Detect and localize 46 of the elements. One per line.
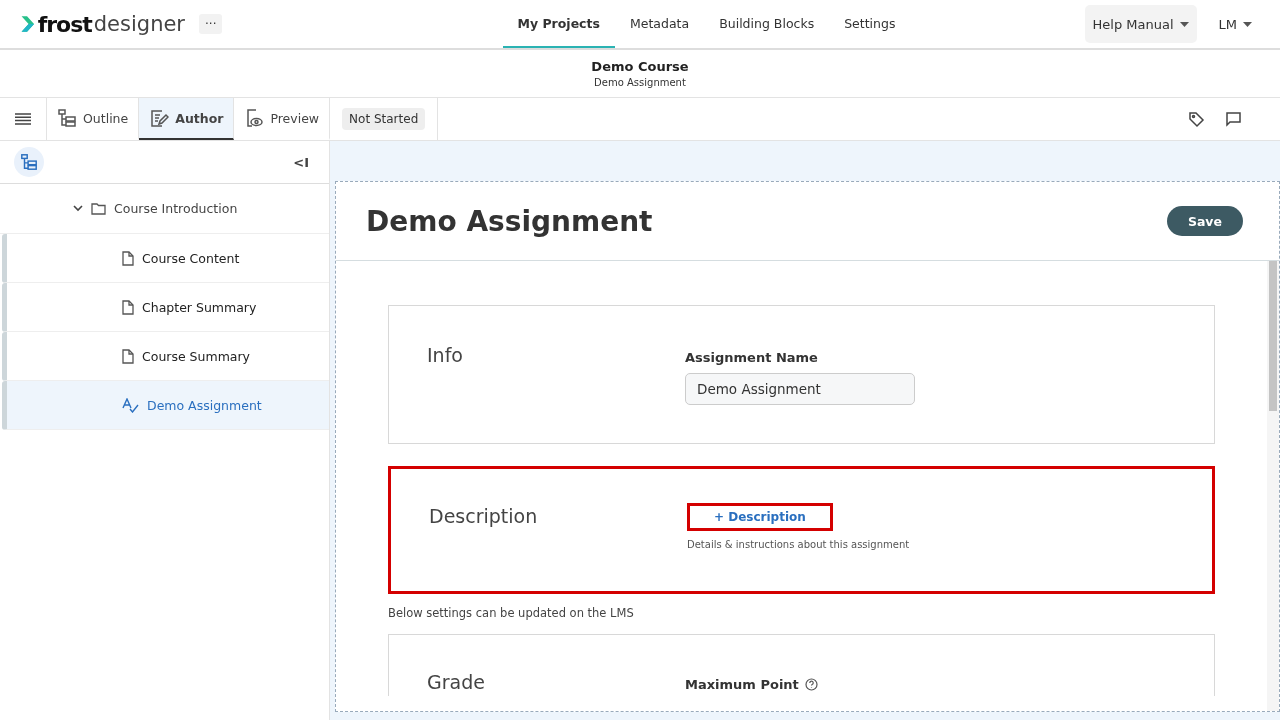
tree-item[interactable]: Demo Assignment: [2, 381, 329, 430]
outline-icon: [57, 108, 77, 128]
field-label: Assignment Name: [685, 350, 818, 365]
help-icon[interactable]: [804, 678, 818, 691]
chevron-icon: [73, 205, 83, 212]
section-title: Info: [427, 344, 464, 368]
menu-icon: [15, 113, 31, 125]
logo[interactable]: frostdesigner: [20, 11, 185, 37]
document-icon: [122, 348, 134, 364]
section-title: Description: [429, 505, 539, 529]
user-menu[interactable]: LM: [1210, 5, 1260, 43]
comment-icon[interactable]: [1225, 111, 1242, 127]
nav-tab[interactable]: Settings: [829, 0, 911, 48]
section-title: Grade: [427, 671, 486, 695]
edit-document-icon: [149, 108, 170, 128]
caret-icon: [1179, 21, 1189, 27]
field-label: Maximum Point: [685, 677, 799, 692]
tree-item[interactable]: Course Summary: [2, 332, 329, 381]
tree-icon: [20, 153, 38, 171]
course-title: Demo Course: [591, 59, 689, 74]
assignment-subtitle: Demo Assignment: [594, 77, 686, 88]
folder-icon: [91, 202, 106, 215]
name-field[interactable]: Demo Assignment: [685, 373, 915, 405]
tree-item[interactable]: Course Content: [2, 234, 329, 283]
preview-icon: [244, 108, 265, 128]
help-menu[interactable]: Help Manual: [1084, 5, 1197, 43]
document-icon: [122, 250, 134, 266]
spellcheck-icon: [122, 397, 139, 413]
tree-view-button[interactable]: [14, 147, 44, 177]
nav-tab[interactable]: Building Blocks: [704, 0, 830, 48]
nav-tab[interactable]: Metadata: [614, 0, 705, 48]
save-button[interactable]: Save: [1166, 206, 1243, 236]
note-text: Below settings can be updated on the LMS: [388, 606, 635, 620]
collapse-button[interactable]: <I: [293, 154, 309, 170]
document-icon: [122, 299, 134, 315]
nav-tab[interactable]: My Projects: [502, 0, 615, 48]
add-description-button[interactable]: + Description: [687, 503, 833, 531]
mode-tab[interactable]: Author: [139, 98, 235, 140]
more-button[interactable]: ···: [199, 14, 223, 34]
caret-icon: [1243, 21, 1252, 27]
tree-item[interactable]: Chapter Summary: [2, 283, 329, 332]
status-badge: Not Started: [342, 108, 426, 130]
editor-title: Demo Assignment: [366, 204, 653, 238]
tag-icon[interactable]: [1188, 110, 1205, 128]
hint-text: Details & instructions about this assignment: [687, 539, 910, 550]
scrollbar-thumb[interactable]: [1269, 261, 1277, 411]
